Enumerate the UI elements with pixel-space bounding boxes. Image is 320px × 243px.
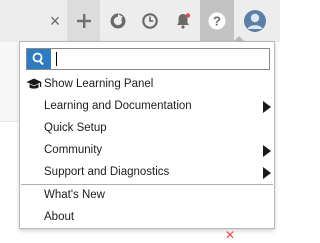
divider bbox=[0, 121, 18, 122]
user-avatar-button[interactable] bbox=[240, 6, 270, 36]
menu-item-support-and-diagnostics[interactable]: Support and Diagnostics bbox=[21, 162, 273, 183]
sync-icon bbox=[110, 13, 126, 29]
history-button[interactable] bbox=[135, 6, 165, 36]
notifications-icon bbox=[177, 13, 191, 29]
menu-item-whats-new[interactable]: What's New bbox=[21, 185, 273, 206]
add-button[interactable] bbox=[69, 6, 99, 36]
menu-item-label: Quick Setup bbox=[44, 122, 107, 134]
clock-icon bbox=[142, 13, 158, 29]
submenu-arrow-icon bbox=[263, 145, 271, 157]
menu-item-label: Show Learning Panel bbox=[44, 78, 154, 90]
help-menu: Show Learning Panel Learning and Documen… bbox=[19, 41, 275, 229]
notifications-button[interactable] bbox=[168, 6, 198, 36]
submenu-arrow-icon bbox=[263, 167, 271, 179]
close-tab-button[interactable]: × bbox=[45, 11, 65, 31]
help-icon: ? bbox=[208, 12, 226, 30]
menu-item-learning-and-documentation[interactable]: Learning and Documentation bbox=[21, 96, 273, 117]
menu-item-label: What's New bbox=[44, 189, 105, 201]
search-button[interactable] bbox=[27, 49, 51, 69]
menu-item-about[interactable]: About bbox=[21, 207, 273, 228]
avatar bbox=[244, 10, 266, 32]
menu-item-label: Learning and Documentation bbox=[44, 100, 192, 112]
search-box bbox=[26, 48, 270, 70]
menu-item-label: About bbox=[44, 211, 75, 223]
menu-item-label: Support and Diagnostics bbox=[44, 166, 170, 178]
menu-item-quick-setup[interactable]: Quick Setup bbox=[21, 118, 273, 139]
content-background bbox=[0, 42, 18, 121]
svg-text:?: ? bbox=[213, 14, 221, 29]
graduation-cap-icon bbox=[26, 78, 42, 89]
app-window: × ? Show Learning Panel Learning and Doc… bbox=[0, 0, 280, 243]
menu-item-community[interactable]: Community bbox=[21, 140, 273, 161]
text-caret bbox=[56, 52, 57, 66]
search-input[interactable] bbox=[55, 50, 265, 68]
submenu-arrow-icon bbox=[263, 101, 271, 113]
menu-item-label: Community bbox=[44, 144, 103, 156]
close-indicator-icon: ✕ bbox=[225, 228, 236, 242]
help-button[interactable]: ? bbox=[202, 6, 232, 36]
menu-item-show-learning-panel[interactable]: Show Learning Panel bbox=[21, 74, 273, 95]
sync-button[interactable] bbox=[103, 6, 133, 36]
search-icon bbox=[32, 52, 44, 66]
add-icon bbox=[77, 14, 91, 28]
